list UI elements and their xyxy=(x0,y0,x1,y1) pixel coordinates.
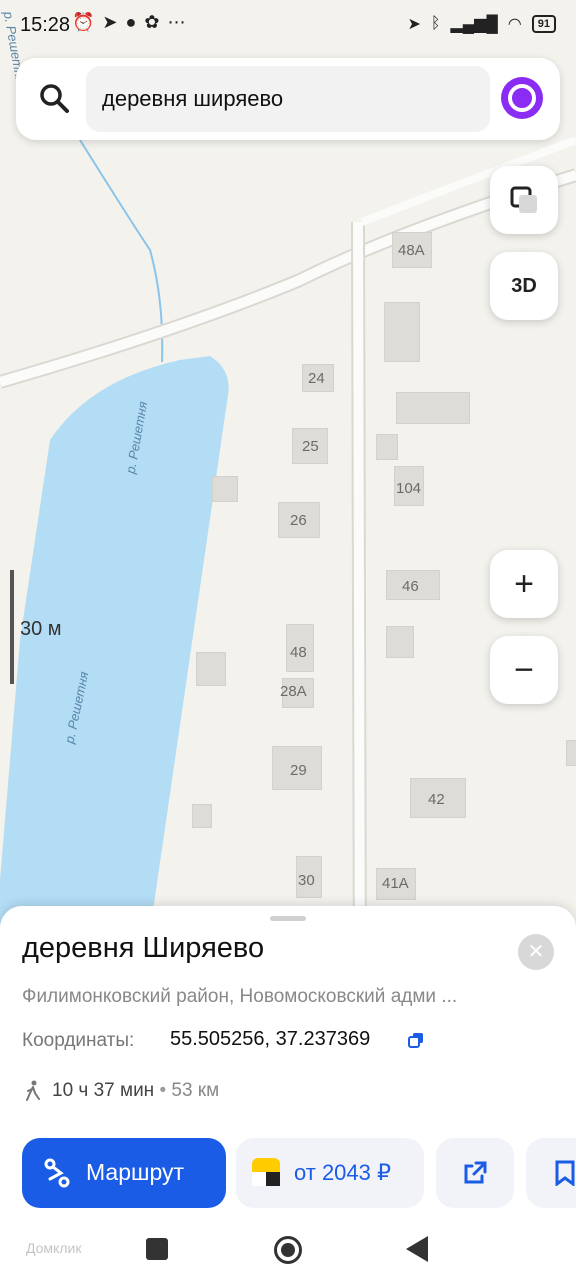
back-button[interactable] xyxy=(406,1236,428,1262)
status-bar: 15:28 ⏰➤●✿⋯ ➤ ᛒ ▂▄▆█ ◠ 91 xyxy=(0,0,576,52)
route-icon xyxy=(44,1158,70,1188)
zoom-out-button[interactable]: − xyxy=(490,636,558,704)
house-number: 29 xyxy=(290,762,307,779)
alice-voice-assistant-icon[interactable] xyxy=(500,76,544,120)
house-number: 26 xyxy=(290,512,307,529)
house-number: 25 xyxy=(302,438,319,455)
location-icon: ➤ xyxy=(407,16,421,33)
map-scale-label: 30 м xyxy=(20,618,62,640)
status-icons: ➤ ᛒ ▂▄▆█ ◠ 91 xyxy=(407,14,556,34)
bluetooth-icon: ᛒ xyxy=(430,15,441,32)
walking-icon xyxy=(26,1080,40,1101)
search-icon[interactable] xyxy=(36,80,72,116)
river-water xyxy=(0,356,229,1000)
more-icon: ⋯ xyxy=(167,12,194,32)
house-number: 42 xyxy=(428,791,445,808)
walking-separator: • xyxy=(159,1080,167,1101)
house-number: 30 xyxy=(298,872,315,889)
zoom-in-button[interactable]: + xyxy=(490,550,558,618)
status-time: 15:28 xyxy=(20,14,71,36)
house-number: 104 xyxy=(396,480,422,497)
coordinates-label: Координаты: xyxy=(22,1030,135,1051)
map-scale-bar xyxy=(10,570,14,684)
house-number: 28А xyxy=(280,683,307,700)
coordinates-value[interactable]: 55.505256, 37.237369 xyxy=(170,1028,370,1051)
walking-time: 10 ч 37 мин xyxy=(52,1080,155,1101)
walking-route-summary: 10 ч 37 мин • 53 км xyxy=(52,1080,219,1102)
system-nav-bar: Домклик xyxy=(0,1212,576,1280)
house-number: 48А xyxy=(398,242,425,259)
notification-icons: ⏰➤●✿⋯ xyxy=(72,12,193,33)
layers-icon xyxy=(510,186,537,213)
recent-apps-button[interactable] xyxy=(146,1238,168,1260)
view-3d-button[interactable]: 3D xyxy=(490,252,558,320)
layers-button[interactable] xyxy=(490,166,558,234)
place-title: деревня Ширяево xyxy=(22,932,265,964)
house-number: 46 xyxy=(402,578,419,595)
search-bar: деревня ширяево xyxy=(16,58,560,140)
route-button[interactable]: Маршрут xyxy=(22,1138,226,1208)
telegram-icon: ➤ xyxy=(102,12,126,32)
home-button[interactable] xyxy=(274,1236,302,1264)
search-input[interactable]: деревня ширяево xyxy=(86,66,490,132)
taxi-price-label: от 2043 ₽ xyxy=(294,1160,391,1185)
share-button[interactable] xyxy=(436,1138,514,1208)
bookmark-button[interactable] xyxy=(526,1138,576,1208)
share-icon xyxy=(464,1161,487,1184)
house-number: 48 xyxy=(290,644,307,661)
copy-icon[interactable] xyxy=(408,1032,424,1048)
wifi-icon: ◠ xyxy=(507,16,522,33)
place-address: Филимонковский район, Новомосковский адм… xyxy=(22,986,458,1007)
chat-icon: ● xyxy=(125,12,145,32)
walking-distance: 53 км xyxy=(171,1080,220,1101)
watermark: Домклик xyxy=(26,1240,82,1256)
taxi-button[interactable]: от 2043 ₽ xyxy=(236,1138,424,1208)
battery-icon: 91 xyxy=(531,15,556,33)
sheet-drag-handle[interactable] xyxy=(270,916,306,921)
route-button-label: Маршрут xyxy=(86,1159,185,1185)
house-number: 41А xyxy=(382,875,409,892)
signal-icon: ▂▄▆█ xyxy=(450,16,498,33)
taxi-icon xyxy=(252,1158,280,1186)
bookmark-icon xyxy=(555,1160,575,1186)
house-number: 24 xyxy=(308,370,325,387)
close-button[interactable]: ✕ xyxy=(518,934,554,970)
close-icon: ✕ xyxy=(527,941,545,963)
app-icon: ✿ xyxy=(144,12,168,32)
alarm-icon: ⏰ xyxy=(72,12,103,32)
side-road xyxy=(353,221,365,1001)
